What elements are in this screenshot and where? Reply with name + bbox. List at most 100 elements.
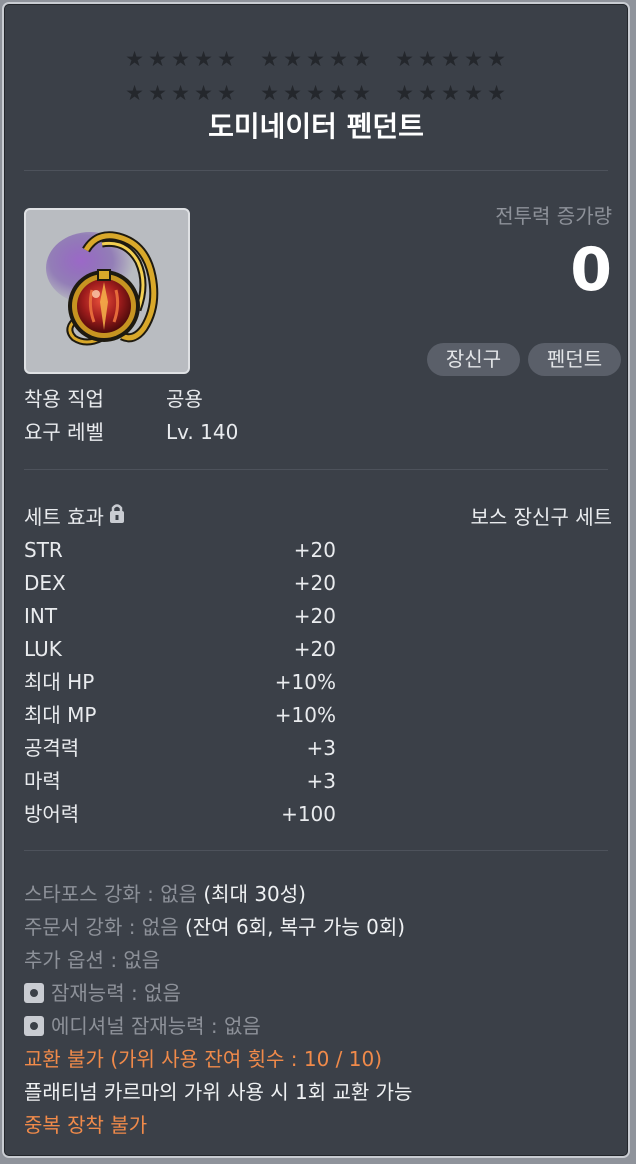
combat-power-value: 0 bbox=[570, 235, 612, 305]
star-icon: ★ bbox=[329, 47, 349, 71]
set-stat-name: 공격력 bbox=[24, 736, 80, 760]
star-icon: ★ bbox=[352, 81, 372, 105]
star-group: ★ ★ ★ ★ ★ bbox=[394, 80, 509, 106]
star-icon: ★ bbox=[283, 47, 303, 71]
job-requirement-label: 착용 직업 bbox=[24, 387, 104, 411]
item-icon-frame bbox=[24, 208, 190, 374]
star-icon: ★ bbox=[395, 47, 415, 71]
set-stat-row: 마력 +3 bbox=[24, 766, 336, 796]
potential-line: 잠재능력 : 없음 bbox=[24, 978, 181, 1008]
set-stat-row: 공격력 +3 bbox=[24, 733, 336, 763]
set-stat-row: INT +20 bbox=[24, 601, 336, 631]
combat-power-label: 전투력 증가량 bbox=[495, 204, 612, 228]
level-requirement-row: 요구 레벨 Lv. 140 bbox=[24, 417, 238, 447]
star-icon: ★ bbox=[148, 47, 168, 71]
set-stat-name: 방어력 bbox=[24, 802, 80, 826]
starforce-stars-row-2: ★ ★ ★ ★ ★ ★ ★ ★ ★ ★ ★ ★ ★ ★ ★ bbox=[4, 80, 628, 106]
level-requirement-value: Lv. 140 bbox=[166, 420, 239, 444]
tag-pendant: 펜던트 bbox=[528, 343, 621, 376]
set-stat-row: STR +20 bbox=[24, 535, 336, 565]
star-icon: ★ bbox=[125, 81, 145, 105]
karma-scissors-note: 플래티넘 카르마의 가위 사용 시 1회 교환 가능 bbox=[24, 1080, 413, 1104]
scroll-note: (잔여 6회, 복구 가능 0회) bbox=[184, 915, 406, 939]
set-stat-value: +20 bbox=[293, 637, 336, 661]
star-icon: ★ bbox=[148, 81, 168, 105]
set-effect-header: 세트 효과 보스 장신구 세트 bbox=[24, 502, 612, 532]
set-stat-name: STR bbox=[24, 538, 63, 562]
set-stat-row: 방어력 +100 bbox=[24, 799, 336, 829]
star-icon: ★ bbox=[260, 81, 280, 105]
star-icon: ★ bbox=[171, 47, 191, 71]
set-stat-value: +10% bbox=[274, 703, 336, 727]
star-icon: ★ bbox=[194, 81, 214, 105]
trade-restriction: 교환 불가 (가위 사용 잔여 횟수 : 10 / 10) bbox=[24, 1047, 382, 1071]
star-group: ★ ★ ★ ★ ★ bbox=[124, 46, 239, 72]
star-icon: ★ bbox=[283, 81, 303, 105]
potential-bullet-icon bbox=[24, 982, 44, 1003]
star-icon: ★ bbox=[171, 81, 191, 105]
set-stat-value: +10% bbox=[274, 670, 336, 694]
star-icon: ★ bbox=[329, 81, 349, 105]
star-icon: ★ bbox=[464, 81, 484, 105]
job-requirement-row: 착용 직업 공용 bbox=[24, 384, 203, 414]
scroll-line: 주문서 강화 : 없음 (잔여 6회, 복구 가능 0회) bbox=[24, 912, 405, 942]
item-tooltip-panel: ★ ★ ★ ★ ★ ★ ★ ★ ★ ★ ★ ★ ★ ★ ★ ★ ★ ★ ★ ★ ★ ★ ★ ★ ★ ★ ★ ★ ★ ★ 도미네이터 펜던… bbox=[2, 2, 630, 1158]
set-stat-row: DEX +20 bbox=[24, 568, 336, 598]
set-stat-name: 최대 HP bbox=[24, 670, 95, 694]
divider-middle bbox=[24, 469, 608, 470]
star-group: ★ ★ ★ ★ ★ bbox=[124, 80, 239, 106]
set-stat-row: LUK +20 bbox=[24, 634, 336, 664]
set-stat-value: +3 bbox=[306, 769, 336, 793]
star-icon: ★ bbox=[395, 81, 415, 105]
set-stat-row: 최대 MP +10% bbox=[24, 700, 336, 730]
set-stat-name: 최대 MP bbox=[24, 703, 97, 727]
set-stat-name: DEX bbox=[24, 571, 66, 595]
set-stat-value: +100 bbox=[281, 802, 336, 826]
star-icon: ★ bbox=[418, 47, 438, 71]
star-icon: ★ bbox=[306, 81, 326, 105]
set-stat-value: +20 bbox=[293, 604, 336, 628]
scroll-label: 주문서 강화 : 없음 bbox=[24, 915, 179, 939]
potential-label: 잠재능력 : 없음 bbox=[51, 981, 181, 1005]
level-requirement-label: 요구 레벨 bbox=[24, 420, 104, 444]
pendant-icon bbox=[46, 231, 159, 346]
item-title: 도미네이터 펜던트 bbox=[208, 110, 424, 143]
star-icon: ★ bbox=[217, 47, 237, 71]
no-duplicate-equip: 중복 장착 불가 bbox=[24, 1113, 148, 1137]
additional-option-line: 추가 옵션 : 없음 bbox=[24, 948, 161, 972]
starforce-stars-row-1: ★ ★ ★ ★ ★ ★ ★ ★ ★ ★ ★ ★ ★ ★ ★ bbox=[4, 46, 628, 72]
star-icon: ★ bbox=[125, 47, 145, 71]
star-icon: ★ bbox=[352, 47, 372, 71]
additional-potential-line: 에디셔널 잠재능력 : 없음 bbox=[24, 1011, 261, 1041]
set-effect-label: 세트 효과 bbox=[24, 505, 104, 529]
starforce-line: 스타포스 강화 : 없음 (최대 30성) bbox=[24, 879, 306, 909]
star-group: ★ ★ ★ ★ ★ bbox=[259, 46, 374, 72]
set-stat-value: +20 bbox=[293, 571, 336, 595]
star-group: ★ ★ ★ ★ ★ bbox=[394, 46, 509, 72]
star-icon: ★ bbox=[441, 47, 461, 71]
star-icon: ★ bbox=[306, 47, 326, 71]
job-requirement-value: 공용 bbox=[166, 387, 203, 411]
divider-bottom bbox=[24, 850, 608, 851]
star-icon: ★ bbox=[487, 47, 507, 71]
additional-potential-bullet-icon bbox=[24, 1015, 44, 1036]
set-stat-name: INT bbox=[24, 604, 58, 628]
set-stat-name: LUK bbox=[24, 637, 62, 661]
starforce-label: 스타포스 강화 : 없음 bbox=[24, 882, 198, 906]
star-icon: ★ bbox=[441, 81, 461, 105]
lock-icon bbox=[108, 502, 126, 532]
set-stat-value: +20 bbox=[293, 538, 336, 562]
set-stat-name: 마력 bbox=[24, 769, 61, 793]
additional-potential-label: 에디셔널 잠재능력 : 없음 bbox=[51, 1014, 261, 1038]
star-icon: ★ bbox=[260, 47, 280, 71]
star-icon: ★ bbox=[194, 47, 214, 71]
star-icon: ★ bbox=[217, 81, 237, 105]
set-stat-row: 최대 HP +10% bbox=[24, 667, 336, 697]
star-icon: ★ bbox=[487, 81, 507, 105]
star-group: ★ ★ ★ ★ ★ bbox=[259, 80, 374, 106]
starforce-note: (최대 30성) bbox=[203, 882, 306, 906]
set-stat-value: +3 bbox=[306, 736, 336, 760]
star-icon: ★ bbox=[464, 47, 484, 71]
tag-accessory: 장신구 bbox=[427, 343, 520, 376]
star-icon: ★ bbox=[418, 81, 438, 105]
